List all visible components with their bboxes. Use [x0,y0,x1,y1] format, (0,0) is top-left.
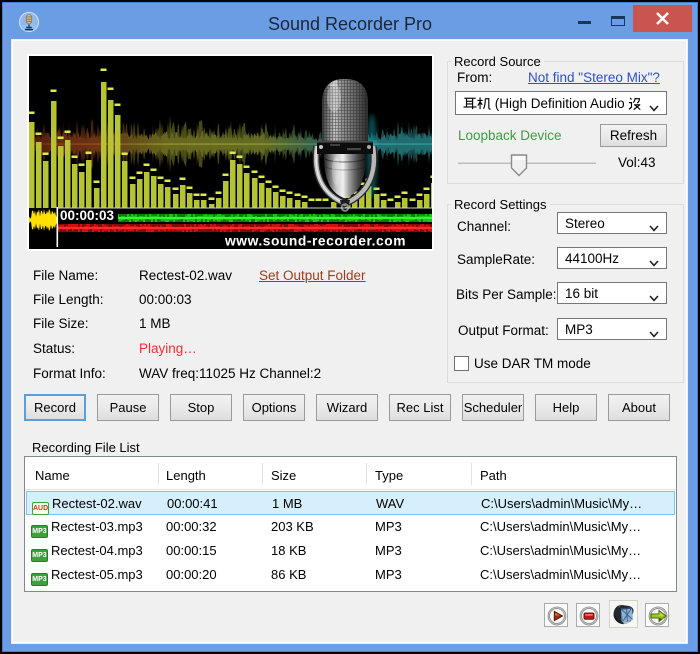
svg-text:00:00:03: 00:00:03 [60,208,115,223]
svg-text:www.sound-recorder.com: www.sound-recorder.com [224,234,406,249]
